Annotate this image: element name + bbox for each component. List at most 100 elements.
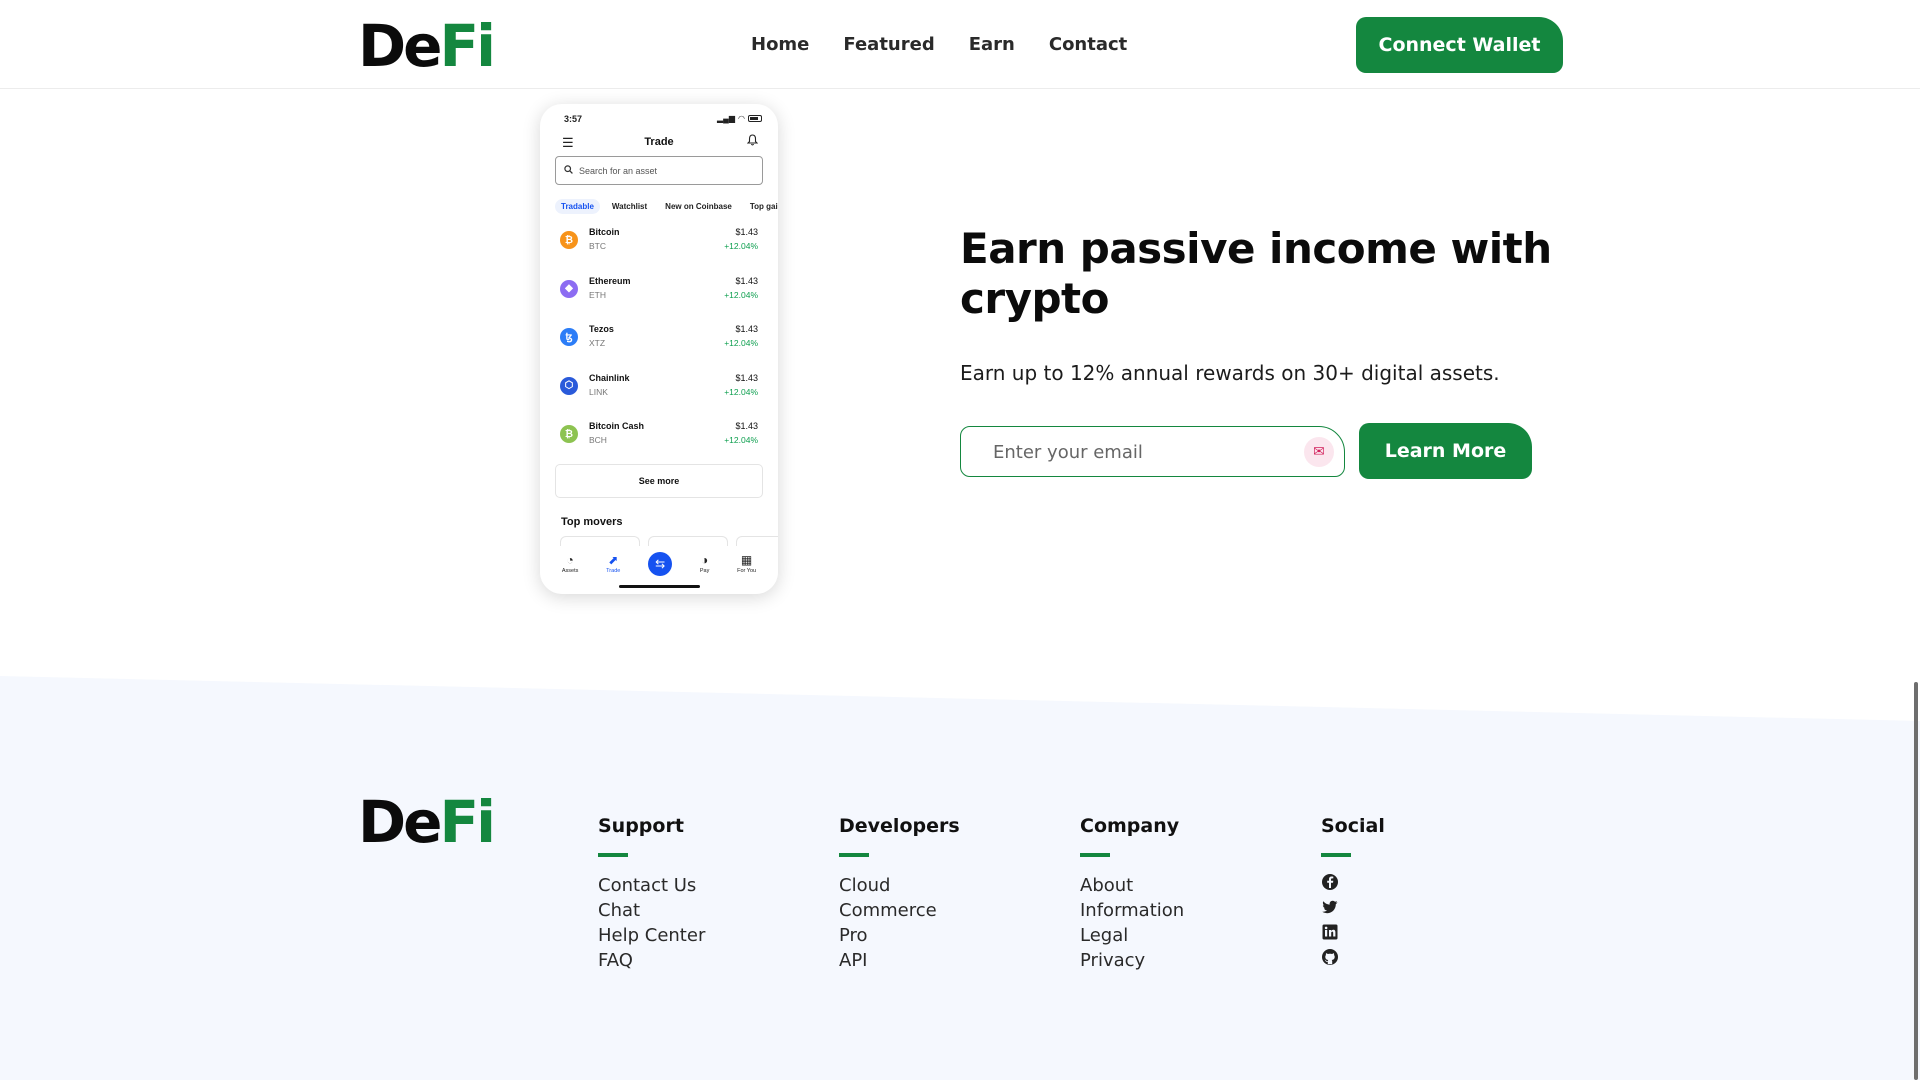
- footer-heading: Support: [598, 815, 684, 837]
- nav-home-link[interactable]: Home: [751, 34, 809, 55]
- asset-search-field[interactable]: [555, 156, 763, 185]
- trend-icon: ⬈: [608, 553, 619, 567]
- chainlink-icon: ⬡: [560, 376, 578, 395]
- phone-mockup: 3:57 ▂▄▆ ◠ ☰ Trade Tradable Watchlist Ne…: [540, 104, 778, 594]
- asset-name: Chainlink: [589, 372, 630, 383]
- asset-row-ethereum[interactable]: ◆ Ethereum ETH $1.43 +12.04%: [540, 272, 778, 321]
- phone-time: 3:57: [564, 114, 583, 124]
- tab-watchlist[interactable]: Watchlist: [606, 199, 653, 214]
- footer-link-about[interactable]: About: [1080, 873, 1184, 898]
- asset-price: $1.43: [735, 421, 758, 431]
- bitcoin-cash-icon: ₿: [560, 425, 578, 443]
- heading-underline: [1080, 853, 1110, 857]
- asset-symbol: BCH: [589, 435, 607, 445]
- mail-icon: ✉: [1304, 437, 1334, 467]
- footer-link-information[interactable]: Information: [1080, 898, 1184, 923]
- nav-trade[interactable]: ⬈ Trade: [606, 554, 620, 574]
- site-header: DeFi Home Featured Earn Contact Connect …: [0, 0, 1920, 89]
- hero-title: Earn passive income with crypto: [960, 224, 1552, 323]
- asset-name: Tezos: [589, 324, 614, 334]
- hero-subtitle: Earn up to 12% annual rewards on 30+ dig…: [960, 361, 1500, 385]
- footer-link-cloud[interactable]: Cloud: [839, 873, 960, 898]
- asset-change: +12.04%: [724, 338, 758, 348]
- bell-icon[interactable]: [746, 134, 759, 149]
- heading-underline: [1321, 853, 1351, 857]
- pay-icon: ◑: [700, 553, 709, 567]
- phone-screen-title: Trade: [644, 136, 674, 148]
- nav-featured-link[interactable]: Featured: [843, 34, 934, 55]
- nav-contact-link[interactable]: Contact: [1049, 34, 1127, 55]
- footer-link-pro[interactable]: Pro: [839, 923, 960, 948]
- asset-change: +12.04%: [724, 241, 758, 251]
- tab-tradable[interactable]: Tradable: [555, 199, 600, 214]
- footer-link-faq[interactable]: FAQ: [598, 948, 705, 973]
- asset-change: +12.04%: [724, 289, 758, 300]
- email-input[interactable]: [993, 440, 1293, 464]
- phone-status-bar: ▂▄▆ ◠: [717, 114, 762, 123]
- asset-row-bitcoin[interactable]: ₿ Bitcoin BTC $1.43 +12.04%: [540, 223, 778, 272]
- footer-link-chat[interactable]: Chat: [598, 898, 705, 923]
- footer-background: [0, 676, 1920, 1080]
- learn-more-button[interactable]: Learn More: [1359, 423, 1532, 479]
- battery-icon: [748, 115, 762, 122]
- email-field: ✉: [960, 426, 1345, 477]
- main-nav: Home Featured Earn Contact: [751, 34, 1127, 55]
- asset-symbol: XTZ: [589, 338, 606, 348]
- asset-symbol: LINK: [589, 386, 608, 397]
- page-scrollbar[interactable]: [1914, 682, 1918, 1080]
- footer-column-company: Company About Information Legal Privacy: [1080, 815, 1184, 973]
- ethereum-icon: ◆: [560, 279, 578, 298]
- top-movers-heading: Top movers: [561, 516, 623, 528]
- footer-link-api[interactable]: API: [839, 948, 960, 973]
- asset-price: $1.43: [735, 372, 758, 383]
- asset-change: +12.04%: [724, 386, 758, 397]
- heading-underline: [598, 853, 628, 857]
- asset-price: $1.43: [735, 227, 758, 237]
- asset-symbol: ETH: [589, 289, 606, 300]
- asset-symbol: BTC: [589, 241, 606, 251]
- wifi-icon: ◠: [738, 114, 745, 123]
- connect-wallet-button[interactable]: Connect Wallet: [1356, 17, 1563, 73]
- asset-price: $1.43: [735, 275, 758, 286]
- home-indicator: [619, 585, 700, 588]
- tab-top-gainers[interactable]: Top gainers: [744, 199, 778, 214]
- tezos-icon: ꜩ: [560, 328, 578, 346]
- bitcoin-icon: ₿: [560, 231, 578, 249]
- footer-link-privacy[interactable]: Privacy: [1080, 948, 1184, 973]
- see-more-button[interactable]: See more: [555, 464, 763, 498]
- footer-column-support: Support Contact Us Chat Help Center FAQ: [598, 815, 705, 973]
- tab-new-on-coinbase[interactable]: New on Coinbase: [659, 199, 738, 214]
- footer-link-contact-us[interactable]: Contact Us: [598, 873, 705, 898]
- footer-logo[interactable]: DeFi: [358, 793, 496, 851]
- asset-search-input[interactable]: [579, 165, 749, 176]
- footer-heading: Company: [1080, 815, 1180, 837]
- footer-link-legal[interactable]: Legal: [1080, 923, 1184, 948]
- nav-assets[interactable]: ◔ Assets: [562, 554, 579, 574]
- phone-bottom-nav: ◔ Assets ⬈ Trade ⇆ ◑ Pay ▦ For You: [540, 546, 778, 582]
- linkedin-icon[interactable]: [1321, 923, 1339, 941]
- asset-row-bitcoin-cash[interactable]: ₿ Bitcoin Cash BCH $1.43 +12.04%: [540, 417, 778, 466]
- asset-price: $1.43: [735, 324, 758, 334]
- signal-icon: ▂▄▆: [717, 114, 736, 123]
- asset-name: Bitcoin Cash: [589, 421, 645, 431]
- nav-pay[interactable]: ◑ Pay: [700, 554, 709, 574]
- facebook-icon[interactable]: [1321, 873, 1339, 891]
- asset-row-chainlink[interactable]: ⬡ Chainlink LINK $1.43 +12.04%: [540, 369, 778, 418]
- github-icon[interactable]: [1321, 948, 1339, 966]
- asset-tabs: Tradable Watchlist New on Coinbase Top g…: [555, 199, 778, 214]
- search-icon: [564, 164, 573, 177]
- top-movers-cards: [560, 536, 778, 550]
- twitter-icon[interactable]: [1321, 898, 1339, 916]
- asset-list: ₿ Bitcoin BTC $1.43 +12.04% ◆ Ethereum E…: [540, 223, 778, 466]
- asset-row-tezos[interactable]: ꜩ Tezos XTZ $1.43 +12.04%: [540, 320, 778, 369]
- nav-earn-link[interactable]: Earn: [969, 34, 1015, 55]
- nav-for-you[interactable]: ▦ For You: [737, 554, 756, 574]
- asset-name: Ethereum: [589, 275, 631, 286]
- heading-underline: [839, 853, 869, 857]
- footer-link-commerce[interactable]: Commerce: [839, 898, 960, 923]
- swap-icon[interactable]: ⇆: [648, 552, 673, 576]
- footer-link-help-center[interactable]: Help Center: [598, 923, 705, 948]
- footer-heading: Developers: [839, 815, 960, 837]
- grid-icon: ▦: [740, 553, 753, 567]
- logo[interactable]: DeFi: [358, 17, 496, 75]
